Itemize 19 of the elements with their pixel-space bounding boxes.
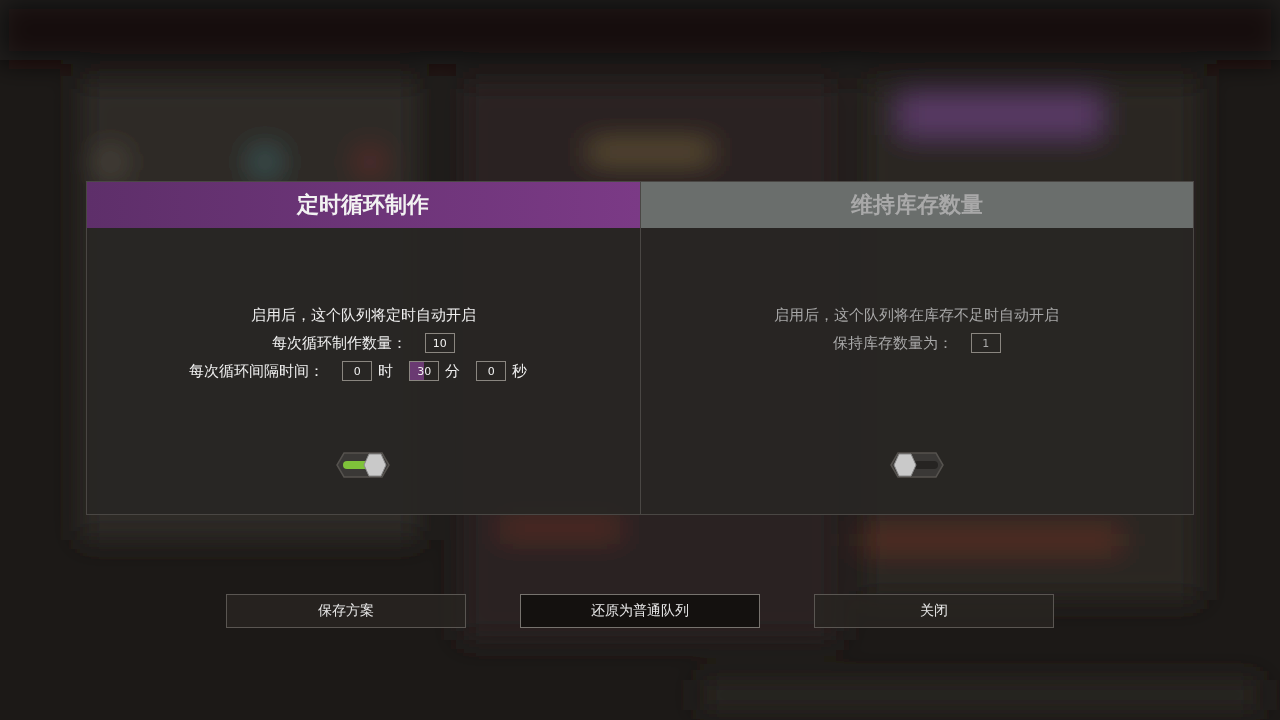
- mode-description: 启用后，这个队列将定时自动开启: [250, 306, 476, 325]
- number-field[interactable]: 30: [409, 361, 440, 381]
- unit-label: 时: [378, 361, 394, 381]
- number-field[interactable]: 0: [342, 361, 373, 381]
- dialog-button[interactable]: 关闭: [814, 594, 1054, 628]
- toggle-switch[interactable]: [889, 452, 944, 478]
- toggle-switch[interactable]: [336, 452, 391, 478]
- field-label: 每次循环制作数量：: [271, 333, 407, 353]
- dialog-button[interactable]: 还原为普通队列: [520, 594, 760, 628]
- number-field[interactable]: 10: [424, 333, 455, 353]
- number-field[interactable]: 0: [476, 361, 507, 381]
- dialog-button[interactable]: 保存方案: [226, 594, 466, 628]
- mode-description: 启用后，这个队列将在库存不足时自动开启: [774, 306, 1060, 325]
- unit-label: 分: [445, 361, 461, 381]
- field-label: 保持库存数量为：: [832, 333, 953, 353]
- mode-tab[interactable]: 定时循环制作: [87, 182, 640, 228]
- number-field[interactable]: 1: [970, 333, 1001, 353]
- unit-label: 秒: [512, 361, 528, 381]
- field-label: 每次循环间隔时间：: [189, 361, 325, 381]
